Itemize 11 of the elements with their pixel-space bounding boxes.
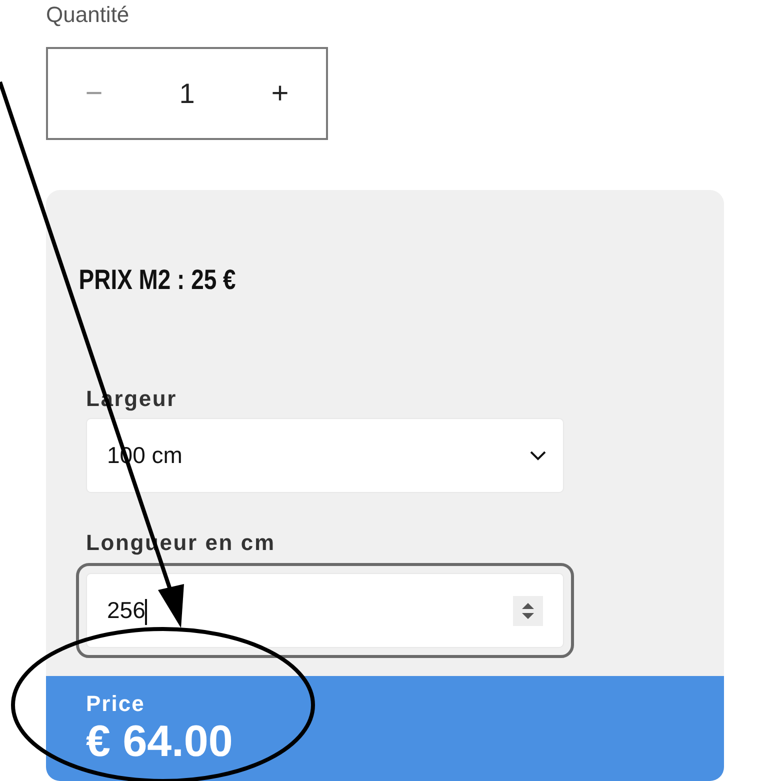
- price-value: € 64.00: [86, 717, 234, 767]
- price-label: Price: [86, 691, 146, 717]
- plus-button[interactable]: +: [234, 78, 326, 108]
- quantity-value: 1: [179, 76, 195, 110]
- length-input[interactable]: 256: [86, 573, 564, 648]
- chevron-down-icon[interactable]: [529, 450, 547, 462]
- quantity-stepper[interactable]: − 1 +: [46, 47, 328, 140]
- price-per-m2-title: PRIX M2 : 25 €: [78, 263, 237, 294]
- input-value: 256: [107, 596, 148, 628]
- spinner-icon[interactable]: [513, 596, 543, 626]
- quantity-label: Quantité: [46, 1, 130, 29]
